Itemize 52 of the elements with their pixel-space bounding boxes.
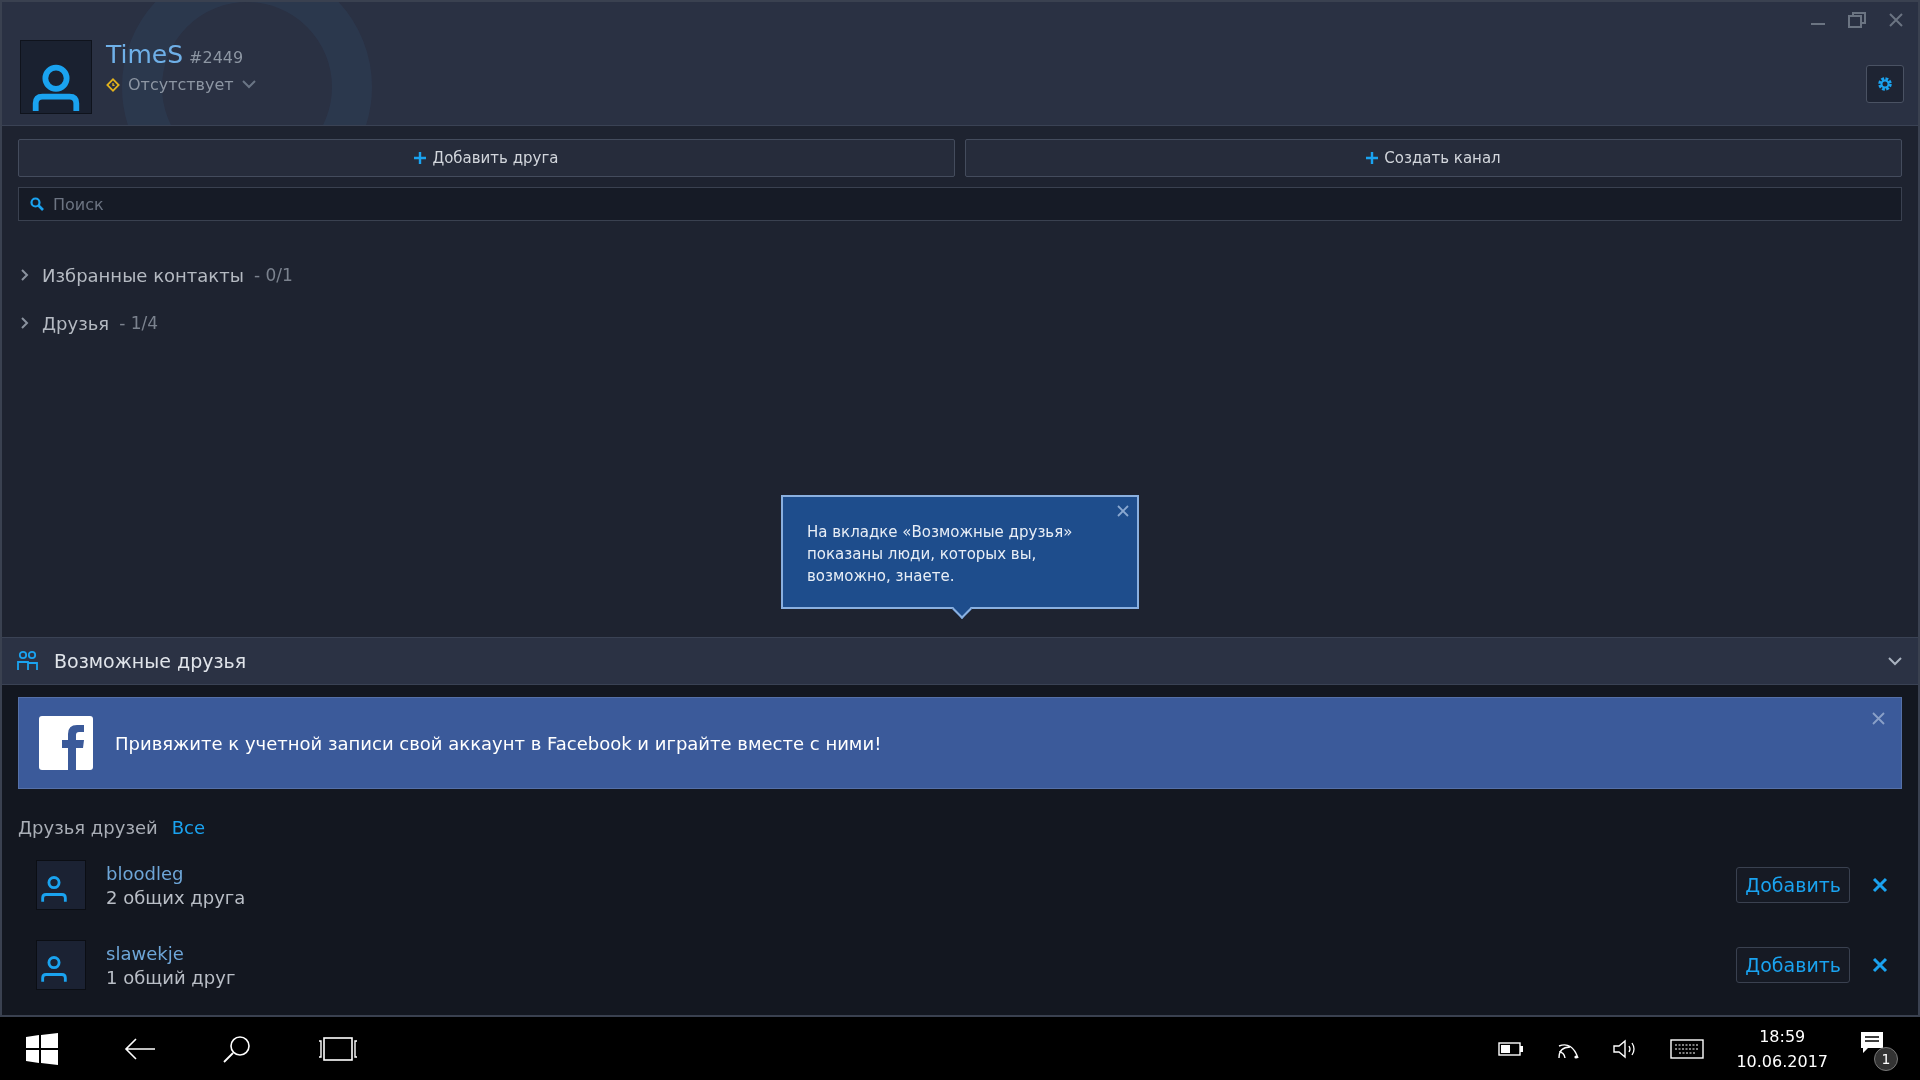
chevron-icon[interactable] [20, 269, 30, 281]
add-button[interactable]: Добавить [1736, 947, 1850, 983]
clock-date[interactable]: 10.06.2017 [1736, 1051, 1828, 1071]
close-icon[interactable] [1872, 712, 1885, 725]
plus-icon [414, 152, 427, 164]
mutual-friends: 2 общих друга [106, 886, 247, 908]
avatar [36, 940, 86, 990]
dismiss-icon[interactable] [1872, 957, 1888, 973]
action-button[interactable]: Создать канал [965, 139, 1902, 177]
notification-icon[interactable] [1860, 1030, 1884, 1055]
group-count: - 1/4 [119, 313, 159, 333]
status-dropdown[interactable]: Отсутствует [128, 75, 234, 94]
settings-icon[interactable] [1876, 75, 1894, 93]
add-button[interactable]: Добавить [1736, 867, 1850, 903]
facebook-logo-icon [39, 716, 93, 770]
people-icon [16, 650, 40, 672]
settings-button[interactable] [1866, 65, 1904, 103]
friend-name[interactable]: slawekje [106, 942, 1737, 964]
search-icon [30, 197, 44, 211]
action-button[interactable]: Добавить друга [18, 139, 955, 177]
back-arrow-icon[interactable] [124, 1036, 156, 1061]
task-view-icon[interactable] [318, 1035, 358, 1062]
plus-icon [1366, 152, 1379, 164]
chevron-down-icon[interactable] [241, 80, 256, 89]
search-icon[interactable] [222, 1033, 252, 1064]
close-icon[interactable] [1117, 505, 1129, 517]
user-name: TimeS [106, 40, 184, 69]
banner-text: Привяжите к учетной записи свой аккаунт в Facebook и играйте вместе с ними! [115, 732, 882, 754]
section-title: Возможные друзья [54, 650, 248, 672]
friend-name[interactable]: bloodleg [106, 862, 1737, 884]
keyboard-icon[interactable] [1670, 1038, 1705, 1059]
chevron-icon[interactable] [1888, 656, 1902, 666]
restore-icon[interactable] [1848, 12, 1866, 28]
clock-icon [106, 77, 120, 92]
avatar [36, 860, 86, 910]
mutual-friends: 1 общий друг [106, 966, 237, 988]
group-label[interactable]: Друзья [42, 312, 110, 334]
clock-time[interactable]: 18:59 [1759, 1026, 1806, 1046]
battery-icon[interactable] [1498, 1041, 1525, 1056]
windows-logo-icon[interactable] [26, 1032, 58, 1065]
group-count: - 0/1 [253, 265, 293, 285]
dismiss-icon[interactable] [1872, 877, 1888, 893]
search-field[interactable]: Поиск [18, 187, 1902, 221]
tooltip-text: На вкладке «Возможные друзья» показаны люди, которых вы, возможно, знаете. [807, 522, 1074, 587]
chevron-icon[interactable] [20, 317, 30, 329]
section-header[interactable]: Возможные друзья [2, 637, 1918, 685]
close-icon[interactable] [1888, 12, 1904, 28]
group-label[interactable]: Избранные контакты [42, 264, 244, 286]
notification-badge: 1 [1874, 1046, 1898, 1071]
section-label: Друзья друзей [18, 816, 158, 838]
user-tag: #2449 [189, 48, 244, 67]
all-link[interactable]: Все [171, 816, 206, 838]
